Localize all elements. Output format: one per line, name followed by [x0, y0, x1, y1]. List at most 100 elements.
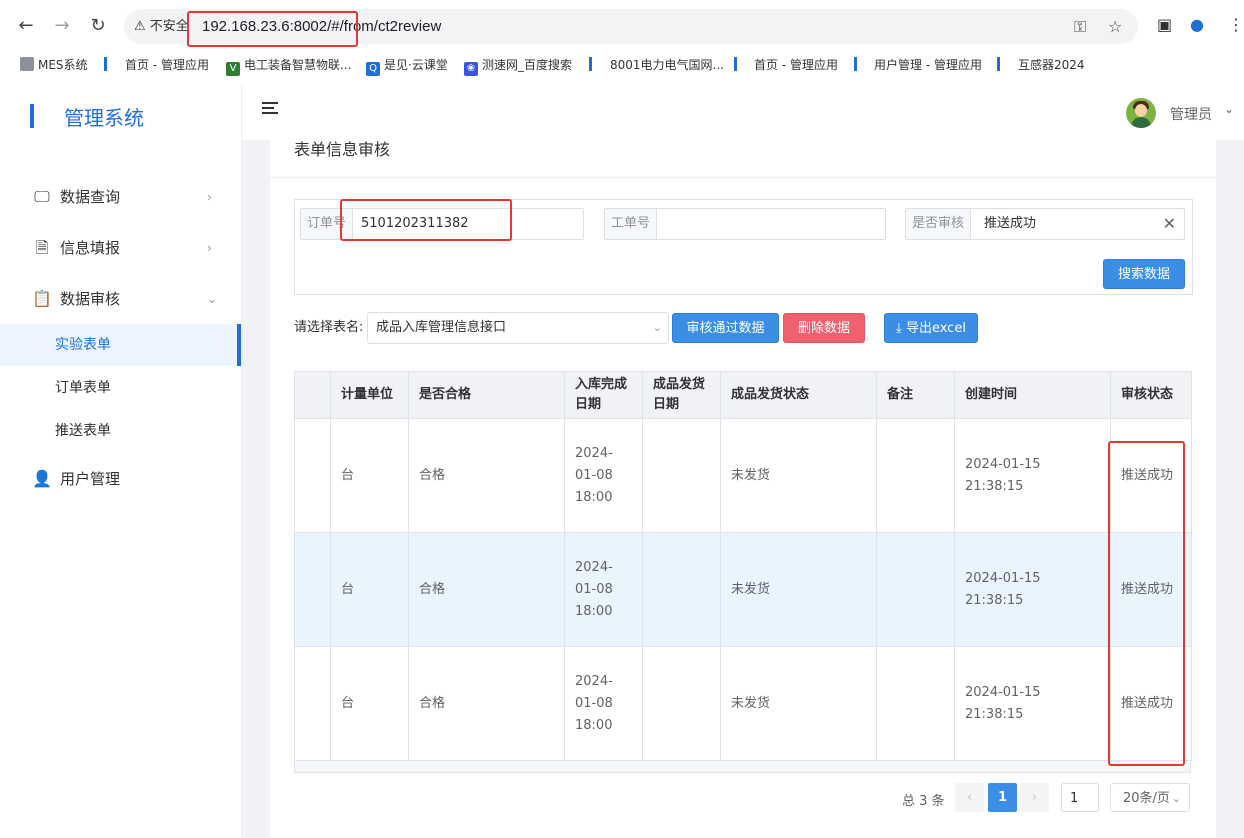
menu-item-data-review[interactable]: 📋 数据审核 ⌄: [0, 278, 241, 320]
user-icon: 👤: [32, 469, 52, 488]
document-icon: 🗎: [35, 238, 49, 257]
clipboard-icon: 📋: [32, 289, 52, 308]
table-cell: 2024-01-08 18:00: [564, 532, 643, 647]
col-header-note: 备注: [876, 371, 955, 419]
export-excel-button[interactable]: ⤓ 导出excel: [884, 313, 978, 343]
bookmark-icon: Q: [366, 62, 380, 76]
profile-icon[interactable]: ●: [1190, 15, 1204, 34]
table-cell: 推送成功: [1110, 418, 1192, 533]
review-status-select[interactable]: 推送成功: [984, 209, 1036, 239]
col-header-ship-date: 成品发货日期: [642, 371, 721, 419]
table-cell: 2024-01-15 21:38:15: [954, 532, 1111, 647]
col-header-unit: 计量单位: [330, 371, 409, 419]
brand-title: 管理系统: [64, 106, 144, 130]
table-cell: [294, 646, 331, 761]
approve-button[interactable]: 审核通过数据: [672, 313, 779, 343]
search-button[interactable]: 搜索数据: [1103, 259, 1185, 289]
col-header-ship-status: 成品发货状态: [720, 371, 877, 419]
back-icon[interactable]: ←: [14, 14, 38, 38]
submenu-item-experiment-form[interactable]: 实验表单: [0, 324, 241, 366]
menu-item-data-query[interactable]: 🖵 数据查询 ›: [0, 176, 241, 218]
table-cell: [294, 418, 331, 533]
chevron-down-icon[interactable]: ⌄: [1224, 102, 1234, 116]
order-number-field[interactable]: 订单号 5101202311382: [300, 208, 584, 240]
table-cell: 2024-01-15 21:38:15: [954, 418, 1111, 533]
bookmark-item[interactable]: 首页 - 管理应用: [754, 56, 838, 73]
table-cell: 未发货: [720, 646, 877, 761]
table-cell: [876, 646, 955, 761]
work-order-label: 工单号: [605, 209, 658, 239]
chevron-down-icon: ⌄: [652, 321, 662, 334]
bookmark-item[interactable]: 8001电力电气国网...: [610, 56, 724, 73]
reload-icon[interactable]: ↻: [86, 14, 110, 38]
table-scrollbar[interactable]: [294, 761, 1191, 773]
order-number-label: 订单号: [301, 209, 354, 239]
bookmark-item[interactable]: 互感器2024: [1018, 56, 1085, 73]
page-title: 表单信息审核: [294, 140, 391, 159]
col-header-qualified: 是否合格: [408, 371, 565, 419]
divider: [270, 177, 1216, 178]
data-table: 计量单位 是否合格 入库完成日期 成品发货日期 成品发货状态 备注 创建时间 审…: [294, 371, 1192, 761]
page-size-select[interactable]: 20条/页 ⌄: [1110, 783, 1190, 812]
table-cell: 推送成功: [1110, 532, 1192, 647]
table-row[interactable]: 台 合格 2024-01-08 18:00 未发货 2024-01-15 21:…: [294, 532, 1192, 647]
bookmark-icon: ❀: [464, 62, 478, 76]
table-cell: 2024-01-08 18:00: [564, 418, 643, 533]
bookmark-item[interactable]: 首页 - 管理应用: [125, 56, 209, 73]
submenu-item-push-form[interactable]: 推送表单: [0, 410, 241, 452]
review-status-field[interactable]: 是否审核 推送成功 ✕: [905, 208, 1185, 240]
table-cell: 未发货: [720, 418, 877, 533]
table-cell: [876, 418, 955, 533]
table-cell: [642, 646, 721, 761]
address-bar[interactable]: ⚠ 不安全 192.168.23.6:8002/#/from/ct2review…: [124, 9, 1138, 44]
forward-icon[interactable]: →: [50, 14, 74, 38]
menu-toggle-icon[interactable]: [262, 102, 278, 117]
review-status-label: 是否审核: [906, 209, 972, 239]
browser-toolbar: ← → ↻ ⚠ 不安全 192.168.23.6:8002/#/from/ct2…: [0, 0, 1244, 52]
table-cell: 台: [330, 532, 409, 647]
insecure-indicator[interactable]: ⚠ 不安全: [134, 9, 189, 44]
close-icon[interactable]: ✕: [1163, 209, 1176, 239]
monitor-icon: 🖵: [34, 187, 50, 206]
brand-accent: [30, 104, 34, 128]
work-order-field[interactable]: 工单号: [604, 208, 886, 240]
side-panel-icon[interactable]: ▣: [1157, 15, 1172, 34]
star-icon[interactable]: ☆: [1108, 17, 1122, 36]
table-cell: [642, 532, 721, 647]
menu-item-user-management[interactable]: 👤 用户管理: [0, 458, 241, 500]
table-cell: [294, 532, 331, 647]
bookmark-icon: [20, 57, 34, 71]
submenu-item-order-form[interactable]: 订单表单: [0, 367, 241, 409]
table-cell: [642, 418, 721, 533]
chevron-right-icon: ›: [207, 190, 212, 204]
page-number[interactable]: 1: [988, 783, 1017, 812]
avatar[interactable]: [1126, 98, 1156, 128]
delete-button[interactable]: 删除数据: [783, 313, 865, 343]
app-header: 管理员 ⌄: [242, 84, 1244, 140]
page-jump-input[interactable]: 1: [1061, 783, 1099, 812]
col-header-review: 审核状态: [1110, 371, 1192, 419]
col-header-created: 创建时间: [954, 371, 1111, 419]
bookmark-item[interactable]: ❀ 测速网_百度搜索: [464, 56, 572, 76]
table-select[interactable]: 成品入库管理信息接口 ⌄: [367, 312, 669, 344]
table-cell: 合格: [408, 532, 565, 647]
table-row[interactable]: 台 合格 2024-01-08 18:00 未发货 2024-01-15 21:…: [294, 418, 1192, 533]
bookmark-item[interactable]: V 电工装备智慧物联...: [226, 56, 351, 76]
bookmark-item[interactable]: 用户管理 - 管理应用: [874, 56, 982, 73]
bookmark-item[interactable]: MES系统: [20, 56, 88, 73]
user-name[interactable]: 管理员: [1170, 104, 1212, 124]
table-cell: 未发货: [720, 532, 877, 647]
next-page-button[interactable]: ›: [1020, 783, 1049, 812]
url-text[interactable]: 192.168.23.6:8002/#/from/ct2review: [202, 9, 441, 44]
chevron-right-icon: ›: [207, 241, 212, 255]
table-header-row: 计量单位 是否合格 入库完成日期 成品发货日期 成品发货状态 备注 创建时间 审…: [294, 371, 1192, 419]
menu-item-info-report[interactable]: 🗎 信息填报 ›: [0, 227, 241, 269]
key-icon[interactable]: ⚿: [1074, 17, 1086, 37]
order-number-input[interactable]: 5101202311382: [361, 209, 469, 239]
table-cell: [876, 532, 955, 647]
browser-menu-icon[interactable]: ⋮: [1228, 15, 1244, 34]
prev-page-button[interactable]: ‹: [955, 783, 984, 812]
bookmark-item[interactable]: Q 是见·云课堂: [366, 56, 448, 76]
table-row[interactable]: 台 合格 2024-01-08 18:00 未发货 2024-01-15 21:…: [294, 646, 1192, 761]
table-cell: 合格: [408, 646, 565, 761]
